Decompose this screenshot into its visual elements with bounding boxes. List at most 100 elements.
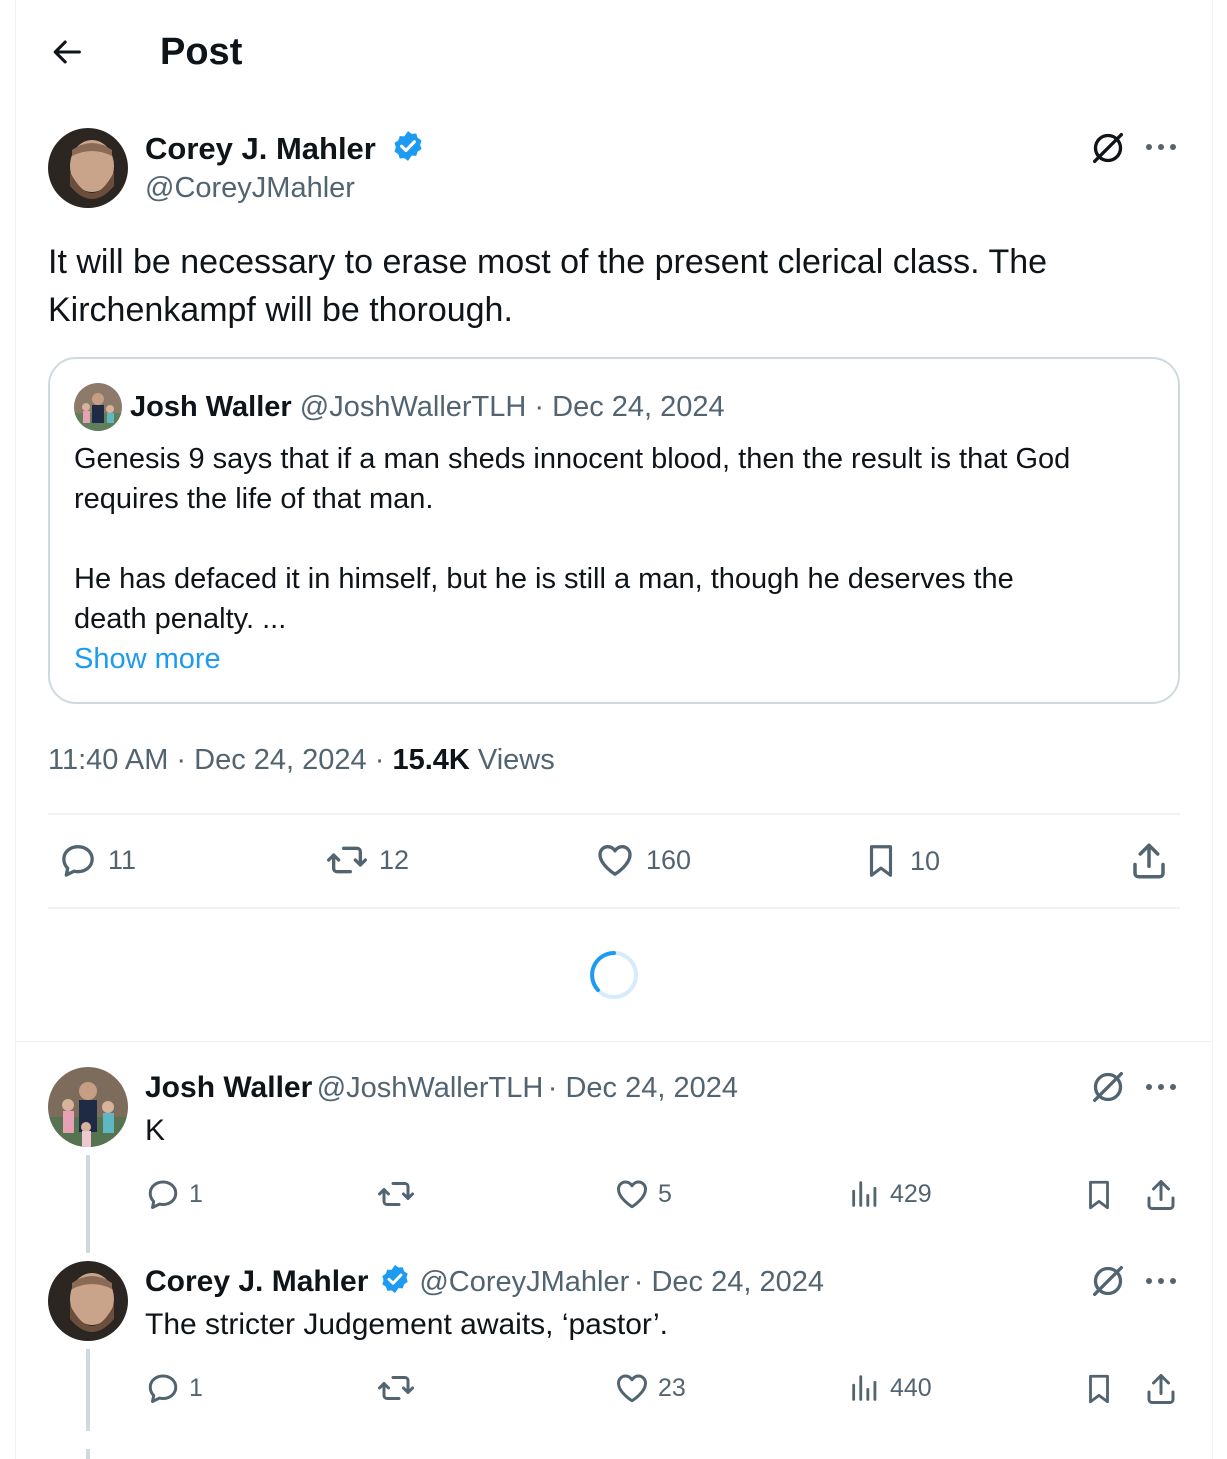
views-label: Views — [469, 744, 555, 776]
timestamp[interactable]: 11:40 AM · Dec 24, 2024 · — [48, 744, 392, 776]
quote-author-handle[interactable]: @JoshWallerTLH — [300, 391, 527, 423]
reply-button[interactable]: 1 — [145, 1176, 203, 1212]
timeline-column — [15, 0, 1213, 1459]
more-options-button[interactable] — [1144, 137, 1178, 158]
verified-badge-icon — [382, 1265, 408, 1293]
grok-icon — [1093, 1072, 1123, 1102]
like-button[interactable]: 160 — [594, 840, 691, 880]
quote-text-line: Genesis 9 says that if a man sheds innoc… — [74, 443, 1071, 475]
views-button[interactable]: 440 — [848, 1370, 932, 1406]
repost-button[interactable] — [376, 1176, 424, 1212]
avatar[interactable] — [74, 383, 122, 431]
repost-icon — [378, 1376, 414, 1400]
quote-text: Genesis 9 says that if a man sheds innoc… — [74, 439, 1164, 679]
share-icon — [1147, 1180, 1175, 1210]
author-handle[interactable]: @CoreyJMahler — [145, 170, 355, 206]
views-count: 440 — [890, 1373, 932, 1402]
repost-count: 12 — [379, 844, 410, 875]
grok-button[interactable] — [1088, 1067, 1128, 1112]
views-button[interactable]: 429 — [848, 1176, 932, 1212]
grok-icon — [1093, 133, 1123, 163]
reply-button[interactable]: 1 — [145, 1370, 203, 1406]
like-count: 23 — [658, 1373, 686, 1402]
reply-count: 11 — [108, 844, 137, 875]
show-more-link[interactable]: Show more — [74, 639, 1164, 679]
views-icon — [852, 1375, 877, 1401]
share-button[interactable] — [1128, 840, 1170, 882]
reply-button[interactable]: 11 — [58, 840, 136, 880]
views-count: 429 — [890, 1179, 932, 1208]
bookmark-icon — [1089, 1180, 1109, 1210]
repost-icon — [326, 846, 367, 874]
avatar[interactable] — [48, 128, 128, 208]
reply-icon — [148, 1374, 178, 1403]
views-count: 15.4K — [392, 744, 470, 776]
author-name[interactable]: Corey J. Mahler — [145, 129, 425, 168]
repost-button[interactable]: 12 — [325, 840, 409, 880]
more-dots-icon — [1146, 144, 1176, 150]
repost-icon — [378, 1182, 414, 1206]
bookmark-button[interactable]: 10 — [862, 840, 940, 882]
like-count: 5 — [658, 1179, 672, 1208]
reply-date[interactable]: · Dec 24, 2024 — [548, 1072, 738, 1104]
bookmark-count: 10 — [910, 845, 941, 876]
heart-icon — [598, 845, 632, 876]
arrow-left-icon — [53, 40, 81, 64]
quote-text-line: He has defaced it in himself, but he is … — [74, 563, 1014, 595]
quote-spacer — [74, 519, 1164, 559]
divider — [15, 1041, 1213, 1042]
quote-text-line: death penalty. ... — [74, 603, 287, 635]
quote-date: · Dec 24, 2024 — [534, 391, 725, 423]
quote-text-line: requires the life of that man. — [74, 483, 434, 515]
grok-button[interactable] — [1088, 128, 1128, 168]
grok-button[interactable] — [1088, 1261, 1128, 1306]
loading-spinner — [590, 951, 638, 999]
more-dots-icon — [1146, 1084, 1176, 1090]
avatar[interactable] — [48, 1067, 128, 1147]
share-icon — [1147, 1374, 1175, 1404]
like-button[interactable]: 5 — [614, 1176, 672, 1212]
reply-author-handle[interactable]: @CoreyJMahler — [419, 1266, 629, 1298]
quote-author-name[interactable]: Josh Waller — [130, 391, 292, 423]
quoted-post[interactable]: Josh Waller @JoshWallerTLH · Dec 24, 202… — [48, 357, 1180, 704]
reply-icon — [148, 1180, 178, 1209]
reply-header: Corey J. Mahler @CoreyJMahler · Dec 24, … — [145, 1262, 824, 1307]
repost-button[interactable] — [376, 1370, 424, 1406]
share-icon — [1133, 843, 1165, 879]
reply-text: K — [145, 1114, 166, 1147]
page-title: Post — [160, 31, 243, 73]
reply-text: The stricter Judgement awaits, ‘pastor’. — [145, 1308, 668, 1341]
thread-line — [86, 1349, 90, 1431]
bookmark-button[interactable] — [1082, 1370, 1116, 1408]
more-options-button[interactable] — [1144, 1271, 1178, 1296]
reply-date[interactable]: · Dec 24, 2024 — [634, 1266, 824, 1298]
bookmark-icon — [869, 845, 893, 877]
reply-header: Josh Waller @JoshWallerTLH · Dec 24, 202… — [145, 1068, 738, 1113]
views-icon — [852, 1181, 877, 1207]
reply-author-name[interactable]: Corey J. Mahler — [145, 1265, 368, 1298]
heart-icon — [617, 1374, 647, 1403]
more-dots-icon — [1146, 1278, 1176, 1284]
bookmark-button[interactable] — [1082, 1176, 1116, 1214]
post-text-line: Kirchenkampf will be thorough. — [48, 291, 513, 329]
grok-icon — [1093, 1266, 1123, 1296]
thread-line — [86, 1449, 90, 1459]
reply-author-handle[interactable]: @JoshWallerTLH — [317, 1072, 544, 1104]
reply-icon — [62, 845, 94, 877]
divider — [48, 907, 1180, 909]
reply-count: 1 — [189, 1179, 203, 1208]
bookmark-icon — [1089, 1374, 1109, 1404]
reply-count: 1 — [189, 1373, 203, 1402]
more-options-button[interactable] — [1144, 1077, 1178, 1102]
heart-icon — [617, 1180, 647, 1209]
avatar[interactable] — [48, 1261, 128, 1341]
quote-header: Josh Waller @JoshWallerTLH · Dec 24, 202… — [130, 387, 725, 427]
share-button[interactable] — [1143, 1176, 1179, 1214]
share-button[interactable] — [1143, 1370, 1179, 1408]
verified-badge-icon — [394, 131, 421, 161]
back-button[interactable] — [48, 32, 88, 72]
reply-author-name[interactable]: Josh Waller — [145, 1071, 312, 1104]
like-button[interactable]: 23 — [614, 1370, 686, 1406]
post-meta: 11:40 AM · Dec 24, 2024 · 15.4K Views — [48, 740, 555, 780]
thread-line — [86, 1155, 90, 1253]
